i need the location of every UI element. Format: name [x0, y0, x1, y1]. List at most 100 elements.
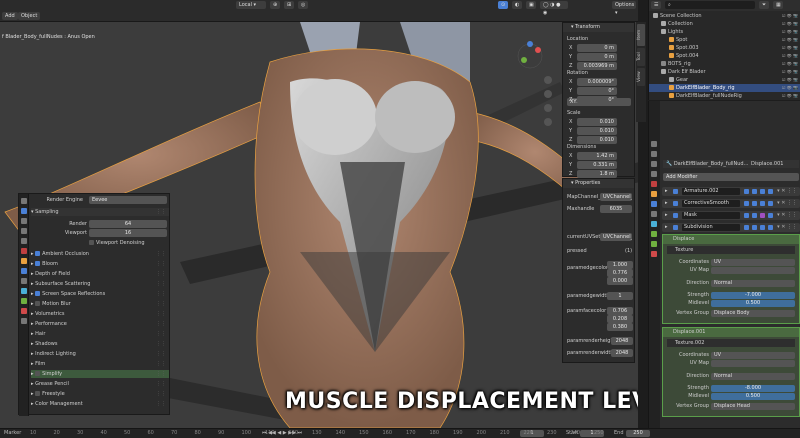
props-constraints-icon[interactable] — [651, 231, 657, 237]
drag-handle-icon[interactable]: ⋮⋮ — [156, 380, 166, 388]
render-section-simplify[interactable]: ▸ Simplify ⋮⋮ — [31, 370, 169, 378]
texture-selector[interactable]: Texture.002 — [667, 339, 795, 347]
dimensions-y-field[interactable]: 0.331 m — [577, 161, 617, 169]
displace-header[interactable]: Displace.001 — [663, 328, 799, 337]
xray-icon[interactable]: ▣ — [526, 1, 536, 9]
gizmo-y-axis[interactable] — [521, 57, 527, 63]
modifier-armature-002[interactable]: ▸ Armature.002 ▾ ✕ ⋮⋮ — [662, 187, 800, 196]
scale-y-field[interactable]: 0.010 — [577, 127, 617, 135]
realtime-icon[interactable] — [752, 189, 757, 194]
render-section-volumetrics[interactable]: ▸ Volumetrics ⋮⋮ — [31, 310, 169, 318]
drag-handle-icon[interactable]: ⋮⋮ — [156, 390, 166, 398]
outliner-row[interactable]: DarkElfBlader_fullNudeRig ☑ 👁 📷 — [649, 92, 800, 100]
midlevel-field[interactable]: 0.500 — [711, 300, 795, 307]
zoom-icon[interactable] — [544, 76, 552, 84]
properties-title[interactable]: ▾ Properties — [563, 179, 634, 188]
cage-icon[interactable] — [768, 201, 773, 206]
dimensions-z-field[interactable]: 1.8 m — [577, 170, 617, 178]
props-data-icon[interactable] — [651, 241, 657, 247]
edit-mode-icon[interactable] — [744, 213, 749, 218]
snap-icon[interactable]: ⊞ — [284, 1, 294, 9]
edit-mode-icon[interactable] — [744, 225, 749, 230]
render-section-subsurface-scattering[interactable]: ▸ Subsurface Scattering ⋮⋮ — [31, 280, 169, 288]
expand-arrow-icon[interactable]: ▸ — [665, 211, 668, 220]
tab-tool[interactable]: Tool — [637, 48, 645, 66]
tab-item[interactable]: Item — [637, 24, 645, 46]
modifier-menu-icons[interactable]: ▾ ✕ ⋮⋮ — [777, 211, 797, 220]
scale-z-field[interactable]: 0.010 — [577, 136, 617, 144]
location-z-field[interactable]: 0.003969 m — [577, 62, 617, 70]
material-icon[interactable] — [21, 308, 27, 314]
render-section-grease-pencil[interactable]: ▸ Grease Pencil ⋮⋮ — [31, 380, 169, 388]
direction-field[interactable]: Normal — [711, 373, 795, 380]
viewport-denoising-checkbox[interactable]: Viewport Denoising — [89, 239, 145, 247]
props-particles-icon[interactable] — [651, 211, 657, 217]
particles-icon[interactable] — [21, 278, 27, 284]
filter-icon[interactable]: ⏷ — [759, 1, 769, 9]
pan-hand-icon[interactable] — [544, 90, 552, 98]
currentuvset-field[interactable]: UVChannel_1 — [600, 233, 632, 241]
drag-handle-icon[interactable]: ⋮⋮ — [156, 310, 166, 318]
props-tool-icon[interactable] — [651, 141, 657, 147]
paramrenderwidth-field[interactable]: 2048 — [611, 349, 633, 357]
gizmo-x-axis[interactable] — [535, 47, 541, 53]
direction-field[interactable]: Normal — [711, 280, 795, 287]
props-render-icon[interactable] — [651, 151, 657, 157]
outliner-row[interactable]: BOTS_rig ☑ 👁 📷 — [649, 60, 800, 68]
modifier-menu-icons[interactable]: ▾ ✕ ⋮⋮ — [777, 223, 797, 232]
section-checkbox[interactable] — [35, 391, 41, 396]
render-icon[interactable] — [760, 225, 765, 230]
section-checkbox[interactable] — [35, 261, 41, 266]
props-world-icon[interactable] — [651, 181, 657, 187]
props-scene-icon[interactable] — [651, 171, 657, 177]
uvmap-field[interactable] — [711, 267, 795, 274]
scene-icon[interactable] — [21, 238, 27, 244]
section-checkbox[interactable] — [35, 301, 41, 306]
add-menu[interactable]: Add — [2, 12, 18, 20]
modifier-name-field[interactable]: Mask — [682, 212, 740, 219]
cage-icon[interactable] — [768, 225, 773, 230]
render-section-color-management[interactable]: ▸ Color Management ⋮⋮ — [31, 400, 169, 408]
modifier-name-field[interactable]: Armature.002 — [682, 188, 740, 195]
cage-icon[interactable] — [768, 189, 773, 194]
modifier-mask[interactable]: ▸ Mask ▾ ✕ ⋮⋮ — [662, 211, 800, 220]
modifier-menu-icons[interactable]: ▾ ✕ ⋮⋮ — [777, 187, 797, 196]
render-section-indirect-lighting[interactable]: ▸ Indirect Lighting ⋮⋮ — [31, 350, 169, 358]
end-frame-field[interactable]: 250 — [626, 430, 650, 437]
section-checkbox[interactable] — [35, 251, 41, 256]
drag-handle-icon[interactable]: ⋮⋮ — [156, 400, 166, 408]
props-material-icon[interactable] — [651, 251, 657, 257]
perspective-grid-icon[interactable] — [544, 118, 552, 126]
camera-view-icon[interactable] — [544, 104, 552, 112]
edit-mode-icon[interactable] — [744, 189, 749, 194]
drag-handle-icon[interactable]: ⋮⋮ — [156, 270, 166, 278]
expand-arrow-icon[interactable]: ▸ — [665, 187, 668, 196]
mapchannel-field[interactable]: UVChannel_1 — [600, 193, 632, 201]
options-dropdown[interactable]: Options ▾ — [612, 1, 636, 16]
outliner-row[interactable]: Spot.004 ☑ 👁 📷 — [649, 52, 800, 60]
outliner-row[interactable]: Gear ☑ 👁 📷 — [649, 76, 800, 84]
drag-handle-icon[interactable]: ⋮⋮ — [156, 300, 166, 308]
pivot-icon[interactable]: ⊕ — [270, 1, 280, 9]
paramrenderheight-field[interactable]: 2048 — [611, 337, 633, 345]
visibility-toggle-icons[interactable]: ☑ 👁 📷 — [782, 28, 798, 36]
rotation-y-field[interactable]: 0° — [577, 87, 617, 95]
view-layer-icon[interactable] — [21, 228, 27, 234]
dimensions-x-field[interactable]: 1.42 m — [577, 152, 617, 160]
outliner-row[interactable]: Scene Collection ☑ 👁 📷 — [649, 12, 800, 20]
render-engine-dropdown[interactable]: Eevee — [89, 196, 167, 204]
texture-selector[interactable]: Texture — [667, 246, 795, 254]
props-modifier-icon[interactable] — [651, 201, 657, 207]
render-section-ambient-occlusion[interactable]: ▸ Ambient Occlusion ⋮⋮ — [31, 250, 169, 258]
cage-icon[interactable] — [768, 213, 773, 218]
realtime-icon[interactable] — [752, 201, 757, 206]
section-checkbox[interactable] — [35, 291, 41, 296]
drag-handle-icon[interactable]: ⋮⋮ — [156, 250, 166, 258]
outliner-search-input[interactable]: ⌕ — [665, 1, 755, 9]
overlays-icon[interactable]: ◐ — [512, 1, 522, 9]
location-x-field[interactable]: 0 m — [577, 44, 617, 52]
tool-icon[interactable] — [21, 198, 27, 204]
transform-title[interactable]: ▾ Transform — [563, 23, 634, 32]
render-icon[interactable] — [760, 213, 765, 218]
rotation-z-field[interactable]: 0° — [577, 96, 617, 104]
